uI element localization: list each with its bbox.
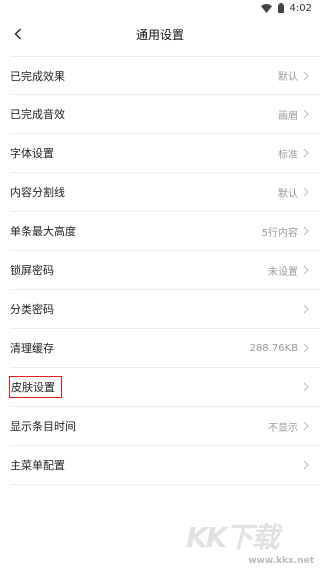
row-value: 标准 [278, 149, 298, 161]
row-label: 主菜单配置 [10, 459, 65, 472]
watermark-logo: KK下载 [186, 521, 279, 554]
status-time: 4:02 [289, 2, 312, 14]
chevron-right-icon [303, 421, 309, 431]
chevron-right-icon [303, 382, 309, 392]
chevron-right-icon [303, 226, 309, 236]
row-label: 分类密码 [10, 303, 54, 316]
back-arrow-icon [14, 25, 22, 44]
row-label: 锁屏密码 [10, 264, 54, 277]
chevron-right-icon [303, 148, 309, 158]
row-value: 288.76KB [249, 342, 298, 354]
row-value: 默认 [278, 188, 298, 200]
wifi-icon [260, 3, 272, 13]
settings-row-skin[interactable]: 皮肤设置 [9, 368, 320, 407]
back-button[interactable] [8, 24, 28, 44]
row-value: 画眉 [278, 110, 298, 122]
settings-row-font[interactable]: 字体设置 标准 [10, 134, 320, 173]
row-label: 字体设置 [10, 147, 54, 160]
chevron-right-icon [303, 460, 309, 470]
chevron-right-icon [303, 343, 309, 353]
row-label: 显示条目时间 [10, 420, 76, 433]
battery-icon [277, 3, 284, 13]
settings-row-main-menu[interactable]: 主菜单配置 [10, 446, 320, 485]
settings-row-completed-sound[interactable]: 已完成音效 画眉 [10, 95, 320, 134]
settings-row-completed-effect[interactable]: 已完成效果 默认 [10, 56, 320, 95]
row-value: 未设置 [268, 266, 298, 278]
title-bar: 通用设置 [0, 16, 320, 52]
row-label: 单条最大高度 [10, 225, 76, 238]
status-bar: 4:02 [0, 0, 320, 16]
settings-row-max-height[interactable]: 单条最大高度 5行内容 [10, 212, 320, 251]
row-value: 不显示 [268, 422, 298, 434]
settings-row-category-password[interactable]: 分类密码 [10, 290, 320, 329]
settings-row-clear-cache[interactable]: 清理缓存 288.76KB [10, 329, 320, 368]
watermark: KK下载 www.kkx.net [186, 516, 316, 568]
chevron-right-icon [303, 71, 309, 80]
row-label: 已完成效果 [10, 69, 65, 83]
row-label: 内容分割线 [10, 186, 65, 199]
chevron-right-icon [303, 187, 309, 197]
watermark-url: www.kkx.net [248, 556, 314, 566]
row-label: 已完成音效 [10, 108, 65, 121]
chevron-right-icon [303, 265, 309, 275]
row-value: 5行内容 [261, 227, 298, 239]
chevron-right-icon [303, 304, 309, 314]
page-title: 通用设置 [135, 27, 184, 42]
settings-row-divider-line[interactable]: 内容分割线 默认 [10, 173, 320, 212]
row-label-highlighted: 皮肤设置 [9, 376, 62, 398]
chevron-right-icon [303, 109, 309, 119]
settings-list: 已完成效果 默认 已完成音效 画眉 字体设置 标准 内容分割线 默认 单条最大高… [0, 56, 320, 485]
row-value: 默认 [278, 72, 298, 83]
row-label: 清理缓存 [10, 342, 54, 355]
settings-row-show-time[interactable]: 显示条目时间 不显示 [10, 407, 320, 446]
settings-row-lock-password[interactable]: 锁屏密码 未设置 [10, 251, 320, 290]
